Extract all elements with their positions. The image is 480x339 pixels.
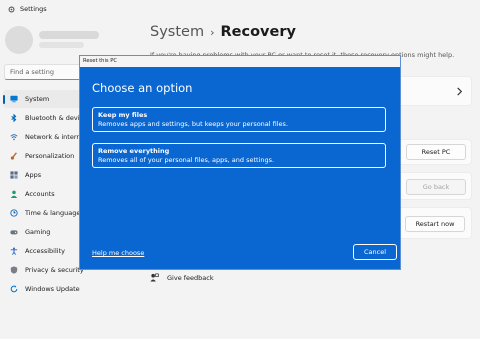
user-email-blurred [39, 42, 84, 48]
wifi-icon [10, 134, 18, 141]
breadcrumb-current: Recovery [220, 24, 296, 40]
search-placeholder: Find a setting [10, 68, 54, 76]
sidebar-item-label: Network & internet [25, 133, 85, 141]
feedback-icon [150, 273, 159, 282]
user-profile[interactable] [5, 26, 130, 54]
person-icon [10, 190, 18, 198]
sidebar-item-label: Windows Update [25, 285, 80, 293]
reset-pc-button[interactable]: Reset PC [406, 144, 466, 160]
accessibility-icon [10, 247, 18, 255]
avatar [5, 26, 33, 54]
app-title: Settings [20, 5, 47, 13]
monitor-icon [10, 95, 18, 103]
sidebar-item-label: Privacy & security [25, 266, 84, 274]
restart-now-button[interactable]: Restart now [405, 216, 465, 232]
update-icon [10, 285, 18, 293]
apps-icon [10, 171, 18, 179]
dialog-heading: Choose an option [92, 81, 193, 95]
sidebar-item-label: Time & language [25, 209, 81, 217]
feedback-label: Give feedback [167, 274, 214, 282]
option-title: Keep my files [98, 111, 148, 119]
dialog-title-bar: Reset this PC [80, 56, 400, 67]
page-title: System › Recovery [150, 24, 296, 40]
option-description: Removes all of your personal files, apps… [98, 156, 275, 164]
option-title: Remove everything [98, 147, 170, 155]
globe-clock-icon [10, 209, 18, 217]
help-me-choose-link[interactable]: Help me choose [92, 249, 144, 257]
sidebar-item-label: Accounts [25, 190, 55, 198]
go-back-button[interactable]: Go back [406, 179, 466, 195]
remove-everything-option[interactable]: Remove everything Removes all of your pe… [92, 143, 386, 168]
cancel-button[interactable]: Cancel [353, 244, 397, 260]
dialog-title: Reset this PC [83, 58, 118, 64]
sidebar-item-label: Gaming [25, 228, 51, 236]
breadcrumb-separator: › [210, 26, 215, 39]
sidebar-item-label: Bluetooth & devices [25, 114, 85, 122]
chevron-right-icon [457, 87, 463, 96]
gamepad-icon [10, 230, 18, 235]
sidebar-item-label: Apps [25, 171, 42, 179]
settings-app-icon [8, 6, 15, 13]
option-description: Removes apps and settings, but keeps you… [98, 120, 289, 128]
user-name-blurred [39, 31, 99, 39]
keep-my-files-option[interactable]: Keep my files Removes apps and settings,… [92, 107, 386, 132]
brush-icon [10, 152, 17, 160]
sidebar-item-label: Personalization [25, 152, 75, 160]
sidebar-item-label: Accessibility [25, 247, 65, 255]
reset-pc-dialog: Reset this PC Choose an option Keep my f… [79, 55, 401, 270]
selected-indicator [3, 95, 5, 104]
title-bar: Settings [0, 0, 480, 20]
sidebar-item-label: System [25, 95, 50, 103]
shield-icon [10, 266, 18, 274]
sidebar-item-windows-update[interactable]: Windows Update [3, 280, 131, 298]
bluetooth-icon [11, 114, 17, 122]
breadcrumb-system[interactable]: System [150, 24, 204, 40]
